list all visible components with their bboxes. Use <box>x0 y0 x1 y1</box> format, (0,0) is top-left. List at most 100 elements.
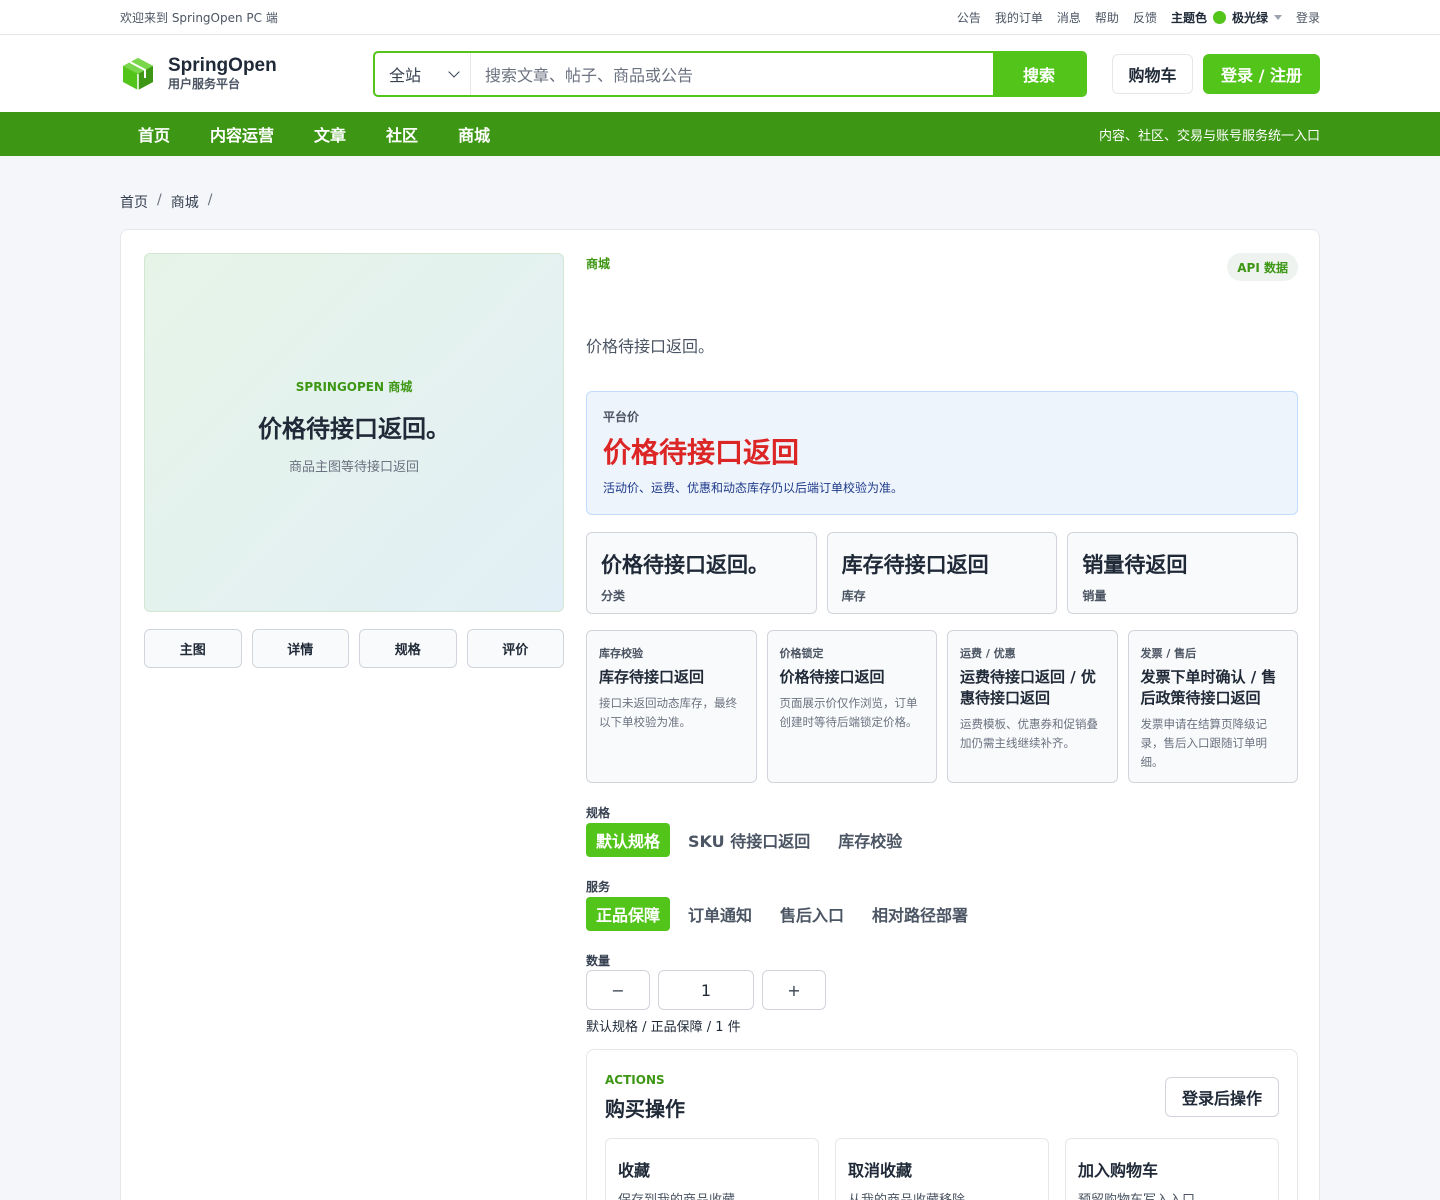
nav-item-content-ops[interactable]: 内容运营 <box>210 122 274 146</box>
spec-options: 默认规格 SKU 待接口返回 库存校验 <box>586 823 912 857</box>
service-label: 服务 <box>586 880 611 894</box>
top-link-my-orders[interactable]: 我的订单 <box>995 9 1043 26</box>
info-desc: 运费模板、优惠券和促销叠加仍需主线继续补齐。 <box>960 717 1098 750</box>
product-card: SPRINGOPEN 商城 价格待接口返回。 商品主图等待接口返回 主图 详情 … <box>120 229 1320 1200</box>
breadcrumb-separator: / <box>207 192 213 208</box>
tab-details[interactable]: 详情 <box>251 629 349 668</box>
info-kicker: 发票 / 售后 <box>1140 647 1197 660</box>
service-options: 正品保障 订单通知 售后入口 相对路径部署 <box>586 897 978 931</box>
stat-label: 分类 <box>601 589 626 603</box>
caret-down-icon <box>1273 14 1282 20</box>
top-link-help[interactable]: 帮助 <box>1095 9 1119 26</box>
product-image: SPRINGOPEN 商城 价格待接口返回。 商品主图等待接口返回 <box>144 253 564 612</box>
nav-item-community[interactable]: 社区 <box>386 122 418 146</box>
header: SpringOpen 用户服务平台 全站 搜索文章、帖子、商品或公告 搜索 购物… <box>0 35 1440 112</box>
tab-main-image[interactable]: 主图 <box>144 629 242 668</box>
gallery-kicker: SPRINGOPEN 商城 <box>295 380 413 394</box>
nav-item-home[interactable]: 首页 <box>138 122 170 146</box>
top-link-announcement[interactable]: 公告 <box>957 9 981 26</box>
search-scope-select[interactable]: 全站 <box>375 52 471 95</box>
stat-sales: 销量待返回 销量 <box>1067 532 1299 614</box>
breadcrumb-mall[interactable]: 商城 <box>171 192 199 212</box>
category-link[interactable]: 商城 <box>586 255 610 272</box>
service-option-after-sales[interactable]: 售后入口 <box>770 897 854 931</box>
info-title: 价格待接口返回 <box>779 668 885 686</box>
price-box: 平台价 价格待接口返回 活动价、运费、优惠和动态库存仍以后端订单校验为准。 <box>586 391 1298 515</box>
breadcrumb-home[interactable]: 首页 <box>120 192 148 212</box>
breadcrumb: 首页 / 商城 / <box>120 192 212 212</box>
service-option-relative-path[interactable]: 相对路径部署 <box>862 897 978 931</box>
info-desc: 发票申请在结算页降级记录，售后入口跟随订单明细。 <box>1140 717 1268 769</box>
info-title: 发票下单时确认 / 售后政策待接口返回 <box>1140 668 1277 707</box>
quantity-input[interactable]: 1 <box>658 970 754 1010</box>
nav-slogan: 内容、社区、交易与账号服务统一入口 <box>1098 128 1320 144</box>
breadcrumb-separator: / <box>157 192 162 208</box>
info-desc: 页面展示价仅作浏览，订单创建时等待后端锁定价格。 <box>779 696 918 729</box>
stat-category: 价格待接口返回。 分类 <box>586 532 817 614</box>
login-register-button[interactable]: 登录 / 注册 <box>1203 53 1320 94</box>
info-kicker: 运费 / 优惠 <box>960 647 1016 660</box>
search-bar: 全站 搜索文章、帖子、商品或公告 搜索 <box>373 50 1087 97</box>
quantity-label: 数量 <box>586 954 611 968</box>
search-input[interactable]: 搜索文章、帖子、商品或公告 <box>471 53 993 95</box>
theme-value: 极光绿 <box>1231 10 1268 25</box>
tab-specs[interactable]: 规格 <box>359 629 457 668</box>
stat-value: 库存待接口返回 <box>841 553 989 577</box>
top-link-feedback[interactable]: 反馈 <box>1133 9 1157 26</box>
search-button[interactable]: 搜索 <box>993 52 1085 95</box>
action-title: 收藏 <box>618 1161 651 1180</box>
product-description: 价格待接口返回。 <box>586 337 715 356</box>
spec-label: 规格 <box>586 806 611 820</box>
info-kicker: 价格锁定 <box>779 647 824 660</box>
tab-reviews[interactable]: 评价 <box>466 629 564 668</box>
stat-stock: 库存待接口返回 库存 <box>826 532 1058 614</box>
info-card-stock: 库存校验 库存待接口返回 接口未返回动态库存，最终以下单校验为准。 <box>586 630 757 783</box>
info-desc: 接口未返回动态库存，最终以下单校验为准。 <box>599 696 737 729</box>
main-nav: 首页 内容运营 文章 社区 商城 内容、社区、交易与账号服务统一入口 <box>0 112 1440 156</box>
info-kicker: 库存校验 <box>599 647 643 660</box>
purchase-actions: ACTIONS 购买操作 登录后操作 收藏 保存到我的商品收藏。 取消收藏 从我… <box>586 1049 1298 1200</box>
nav-item-articles[interactable]: 文章 <box>314 122 346 146</box>
theme-selector[interactable]: 主题色 极光绿 <box>1171 9 1282 26</box>
top-bar: 欢迎来到 SpringOpen PC 端 公告 我的订单 消息 帮助 反馈 主题… <box>0 0 1440 35</box>
logo[interactable]: SpringOpen 用户服务平台 <box>120 55 373 92</box>
favorite-action[interactable]: 收藏 保存到我的商品收藏。 <box>605 1138 819 1200</box>
action-cards: 收藏 保存到我的商品收藏。 取消收藏 从我的商品收藏移除。 加入购物车 预留购物… <box>605 1138 1279 1200</box>
login-to-operate-button[interactable]: 登录后操作 <box>1165 1077 1279 1117</box>
api-data-badge: API 数据 <box>1227 253 1298 281</box>
search-scope-value: 全站 <box>389 65 422 85</box>
quantity-stepper: − 1 + <box>586 970 826 1010</box>
service-option-order-notice[interactable]: 订单通知 <box>678 897 762 931</box>
info-title: 运费待接口返回 / 优惠待接口返回 <box>960 668 1096 707</box>
info-card-price-lock: 价格锁定 价格待接口返回 页面展示价仅作浏览，订单创建时等待后端锁定价格。 <box>766 630 937 783</box>
brand-subtitle: 用户服务平台 <box>168 76 241 91</box>
service-option-genuine[interactable]: 正品保障 <box>586 897 671 931</box>
cart-button[interactable]: 购物车 <box>1112 53 1193 94</box>
chevron-down-icon <box>448 65 460 78</box>
stats-row: 价格待接口返回。 分类 库存待接口返回 库存 销量待返回 销量 <box>586 532 1299 614</box>
top-link-messages[interactable]: 消息 <box>1057 9 1081 26</box>
top-link-login[interactable]: 登录 <box>1296 9 1320 26</box>
gallery-tabs: 主图 详情 规格 评价 <box>144 629 564 668</box>
spec-option-sku[interactable]: SKU 待接口返回 <box>678 823 820 857</box>
stat-value: 销量待返回 <box>1082 553 1188 577</box>
info-card-shipping: 运费 / 优惠 运费待接口返回 / 优惠待接口返回 运费模板、优惠券和促销叠加仍… <box>947 630 1118 783</box>
action-title: 加入购物车 <box>1078 1161 1159 1180</box>
add-to-cart-action[interactable]: 加入购物车 预留购物车写入入口。 <box>1065 1138 1279 1200</box>
unfavorite-action[interactable]: 取消收藏 从我的商品收藏移除。 <box>835 1138 1049 1200</box>
theme-label: 主题色 <box>1170 10 1207 25</box>
price-value: 价格待接口返回 <box>603 436 800 469</box>
quantity-minus-button[interactable]: − <box>586 970 650 1010</box>
stat-label: 库存 <box>841 589 866 603</box>
nav-item-mall[interactable]: 商城 <box>458 122 490 146</box>
price-note: 活动价、运费、优惠和动态库存仍以后端订单校验为准。 <box>603 481 904 495</box>
spec-option-default[interactable]: 默认规格 <box>586 823 671 857</box>
info-title: 库存待接口返回 <box>599 668 705 686</box>
info-cards: 库存校验 库存待接口返回 接口未返回动态库存，最终以下单校验为准。 价格锁定 价… <box>586 630 1298 783</box>
gallery-note: 商品主图等待接口返回 <box>288 460 419 475</box>
selection-summary: 默认规格 / 正品保障 / 1 件 <box>586 1020 741 1035</box>
quantity-plus-button[interactable]: + <box>762 970 826 1010</box>
action-desc: 从我的商品收藏移除。 <box>848 1189 1036 1200</box>
spec-option-stock-check[interactable]: 库存校验 <box>828 823 912 857</box>
gallery-title: 价格待接口返回。 <box>258 415 450 443</box>
